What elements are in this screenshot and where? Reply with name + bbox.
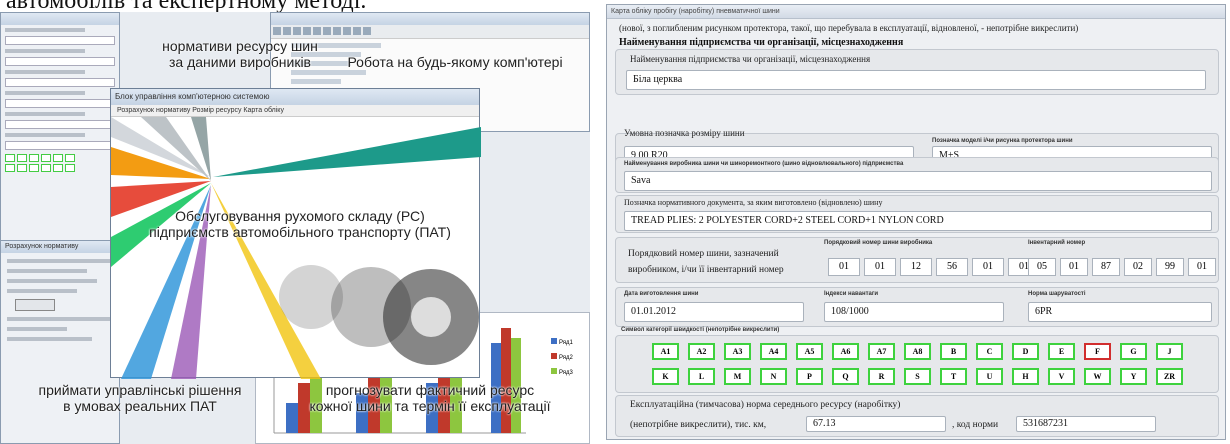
card-subtitle: (нової, з поглибленим рисунком протектор… xyxy=(619,23,1079,33)
doc-panel: Позначка нормативного документа, за яким… xyxy=(615,195,1219,233)
background-form-window xyxy=(0,12,120,252)
serial-maker-field[interactable]: 56 xyxy=(936,258,968,276)
speed-category-j[interactable]: J xyxy=(1156,343,1183,360)
speed-label: Символ категорії швидкості (непотрібне в… xyxy=(621,327,780,333)
size-label: Умовна позначка розміру шини xyxy=(624,128,745,138)
legend-item-3: Ряд3 xyxy=(559,370,574,376)
tire-card-window: Карта обліку пробігу (наробітку) пневмат… xyxy=(606,4,1226,440)
speed-category-b[interactable]: B xyxy=(940,343,967,360)
serial-maker-field[interactable]: 01 xyxy=(972,258,1004,276)
code-label: , код норми xyxy=(952,420,999,430)
window-titlebar xyxy=(271,13,589,25)
norm-input[interactable]: 67.13 xyxy=(806,416,946,432)
rays-illustration xyxy=(111,117,481,379)
tire-rim xyxy=(411,297,451,337)
speed-category-s[interactable]: S xyxy=(904,368,931,385)
overlay-norms: нормативи ресурсу шин за даними виробникі… xyxy=(162,38,318,70)
speed-category-n[interactable]: N xyxy=(760,368,787,385)
serial-label: Порядковий номер шини, зазначений виробн… xyxy=(628,249,784,275)
overlay-service: Обслуговування рухомого складу (РС) підпр… xyxy=(149,208,451,240)
main-window-menu[interactable]: Розрахунок нормативу Розмір ресурсу Карт… xyxy=(111,105,479,117)
speed-category-a8[interactable]: A8 xyxy=(904,343,931,360)
speed-category-a6[interactable]: A6 xyxy=(832,343,859,360)
model-label: Позначка моделі і/чи рисунка протектора … xyxy=(932,138,1073,144)
date-input[interactable]: 01.01.2012 xyxy=(624,302,804,322)
maker-panel: Найменування виробника шини чи шиноремон… xyxy=(615,157,1219,193)
norm-unit-label: (непотрібне викреслити), тис. км, xyxy=(630,420,767,430)
date-label: Дата виготовлення шини xyxy=(624,291,699,297)
toolbar xyxy=(271,25,589,39)
speed-category-f[interactable]: F xyxy=(1084,343,1111,360)
speed-category-g[interactable]: G xyxy=(1120,343,1147,360)
maker-input[interactable]: Sava xyxy=(624,171,1212,191)
speed-category-y[interactable]: Y xyxy=(1120,368,1147,385)
serial-maker-label: Порядковий номер шини виробника xyxy=(824,240,933,246)
collage-panel: Розрахунок нормативу Ряд1 Ряд2 Ряд3 Блок… xyxy=(0,12,590,444)
load-label: Індекси навантаги xyxy=(824,291,879,297)
serial-maker-field[interactable]: 01 xyxy=(864,258,896,276)
norm-panel: Експлуатаційна (тимчасова) норма середнь… xyxy=(615,395,1219,437)
ply-input[interactable]: 6PR xyxy=(1028,302,1212,322)
org-input[interactable]: Біла церква xyxy=(626,70,1206,90)
serial-maker-field[interactable]: 12 xyxy=(900,258,932,276)
speed-category-a4[interactable]: A4 xyxy=(760,343,787,360)
inventory-field[interactable]: 99 xyxy=(1156,258,1184,276)
org-label: Найменування підприємства чи організації… xyxy=(630,54,871,64)
speed-category-w[interactable]: W xyxy=(1084,368,1111,385)
ply-label: Норма шаруватості xyxy=(1028,291,1086,297)
calculate-button[interactable] xyxy=(15,299,55,311)
code-input[interactable]: 531687231 xyxy=(1016,416,1156,432)
inventory-field[interactable]: 01 xyxy=(1060,258,1088,276)
speed-category-h[interactable]: H xyxy=(1012,368,1039,385)
norm-label: Експлуатаційна (тимчасова) норма середнь… xyxy=(630,400,901,410)
overlay-any-pc: Робота на будь-якому комп'ютері xyxy=(347,54,563,70)
speed-category-a2[interactable]: A2 xyxy=(688,343,715,360)
inventory-field[interactable]: 87 xyxy=(1092,258,1120,276)
speed-category-u[interactable]: U xyxy=(976,368,1003,385)
overlay-decisions: приймати управлінські рішення в умовах ре… xyxy=(38,382,242,414)
speed-category-r[interactable]: R xyxy=(868,368,895,385)
bar-group-4 xyxy=(491,328,521,433)
legend-item-1: Ряд1 xyxy=(559,340,574,346)
speed-category-l[interactable]: L xyxy=(688,368,715,385)
inventory-field[interactable]: 01 xyxy=(1188,258,1216,276)
speed-category-zr[interactable]: ZR xyxy=(1156,368,1183,385)
date-load-panel: Дата виготовлення шини 01.01.2012 Індекс… xyxy=(615,287,1219,327)
overlay-forecast: прогнозувати фактичний ресурс кожної шини… xyxy=(309,382,551,414)
speed-category-d[interactable]: D xyxy=(1012,343,1039,360)
speed-category-c[interactable]: C xyxy=(976,343,1003,360)
speed-category-v[interactable]: V xyxy=(1048,368,1075,385)
main-window-title: Блок управління комп'ютерною системою xyxy=(111,89,479,105)
inventory-field[interactable]: 02 xyxy=(1124,258,1152,276)
speed-category-panel: A1 A2 A3 A4 A5 A6 A7 A8 B C D E F G J K L M N P Q R S T U H V W Y ZR xyxy=(615,335,1219,393)
serial-panel: Порядковий номер шини, зазначений виробн… xyxy=(615,237,1219,283)
maker-label: Найменування виробника шини чи шиноремон… xyxy=(624,161,904,167)
speed-category-t[interactable]: T xyxy=(940,368,967,385)
legend-item-2: Ряд2 xyxy=(559,355,574,361)
card-window-title: Карта обліку пробігу (наробітку) пневмат… xyxy=(607,5,1225,19)
speed-category-q[interactable]: Q xyxy=(832,368,859,385)
inventory-field[interactable]: 05 xyxy=(1028,258,1056,276)
speed-category-a3[interactable]: A3 xyxy=(724,343,751,360)
doc-input[interactable]: TREAD PLIES: 2 POLYESTER CORD+2 STEEL CO… xyxy=(624,211,1212,231)
doc-label: Позначка нормативного документа, за яким… xyxy=(624,198,883,207)
org-panel: Найменування підприємства чи організації… xyxy=(615,49,1219,95)
calc-window-title: Розрахунок нормативу xyxy=(1,241,119,253)
window-titlebar xyxy=(1,13,119,25)
speed-category-a7[interactable]: A7 xyxy=(868,343,895,360)
speed-category-a5[interactable]: A5 xyxy=(796,343,823,360)
speed-category-p[interactable]: P xyxy=(796,368,823,385)
chart-legend: Ряд1 Ряд2 Ряд3 xyxy=(551,338,574,376)
load-input[interactable]: 108/1000 xyxy=(824,302,1004,322)
bar xyxy=(501,328,511,433)
speed-category-k[interactable]: K xyxy=(652,368,679,385)
inventory-label: Інвентарний номер xyxy=(1028,240,1086,246)
serial-maker-field[interactable]: 01 xyxy=(828,258,860,276)
org-header: Найменування підприємства чи організації… xyxy=(619,37,904,48)
bar xyxy=(286,403,298,433)
speed-category-m[interactable]: M xyxy=(724,368,751,385)
speed-category-e[interactable]: E xyxy=(1048,343,1075,360)
speed-category-a1[interactable]: A1 xyxy=(652,343,679,360)
